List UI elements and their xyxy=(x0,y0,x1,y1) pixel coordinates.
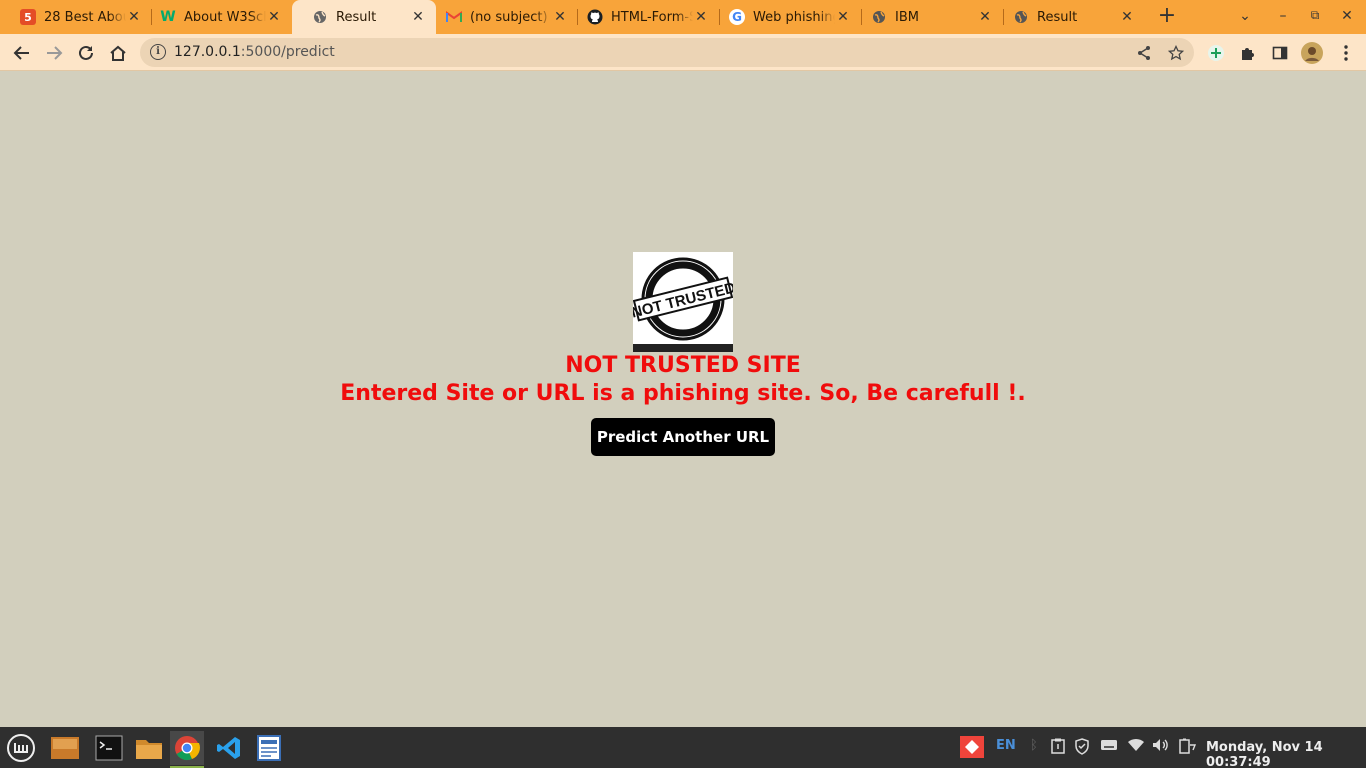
bookmark-star-icon[interactable] xyxy=(1164,41,1188,65)
forward-icon[interactable] xyxy=(42,41,66,65)
text-editor-icon[interactable] xyxy=(252,731,286,765)
terminal-icon[interactable] xyxy=(92,731,126,765)
clipboard-icon[interactable] xyxy=(1051,738,1065,758)
mint-menu-icon[interactable] xyxy=(4,731,38,765)
extensions-puzzle-icon[interactable] xyxy=(1236,41,1260,65)
tab-gmail[interactable]: (no subject) - ✕ xyxy=(426,0,578,34)
maximize-icon[interactable]: ⧉ xyxy=(1306,8,1324,23)
close-icon[interactable]: ✕ xyxy=(835,9,851,25)
tab-28-best[interactable]: 5 28 Best Abou ✕ xyxy=(0,0,152,34)
google-icon: G xyxy=(729,9,745,25)
home-icon[interactable] xyxy=(106,41,130,65)
tab-ibm[interactable]: IBM ✕ xyxy=(851,0,1003,34)
globe-icon xyxy=(312,9,328,25)
result-message: Entered Site or URL is a phishing site. … xyxy=(340,381,1026,406)
taskbar-clock[interactable]: Monday, Nov 14 00:37:49 xyxy=(1206,740,1366,768)
bluetooth-icon[interactable]: ᛒ xyxy=(1030,738,1038,753)
tab-title: 28 Best Abou xyxy=(44,9,126,25)
globe-icon xyxy=(1013,9,1029,25)
html5-icon: 5 xyxy=(20,9,36,25)
tab-result[interactable]: Result ✕ xyxy=(993,0,1145,34)
share-icon[interactable] xyxy=(1132,41,1156,65)
tab-search-chevron-icon[interactable]: ⌄ xyxy=(1236,8,1254,24)
volume-icon[interactable] xyxy=(1152,738,1170,756)
browser-toolbar: i 127.0.0.1:5000/predict xyxy=(0,34,1366,71)
url-path: :5000/predict xyxy=(240,44,335,60)
show-desktop-icon[interactable] xyxy=(48,731,82,765)
close-icon[interactable]: ✕ xyxy=(693,9,709,25)
reload-icon[interactable] xyxy=(74,41,98,65)
globe-icon xyxy=(871,9,887,25)
tab-strip: 5 28 Best Abou ✕ W About W3Sch ✕ Result … xyxy=(0,0,1366,34)
tab-github[interactable]: HTML-Form-S ✕ xyxy=(567,0,719,34)
close-icon[interactable]: ✕ xyxy=(266,9,282,25)
tab-title: (no subject) - xyxy=(470,9,552,25)
new-tab-button[interactable]: + xyxy=(1156,5,1178,28)
not-trusted-stamp-image: NOT TRUSTED xyxy=(630,252,737,352)
tab-title: Result xyxy=(1037,9,1078,25)
vscode-icon[interactable] xyxy=(212,731,246,765)
tab-result-active[interactable]: Result ✕ xyxy=(292,0,436,34)
site-info-icon[interactable]: i xyxy=(150,44,166,60)
taskbar: EN ᛒ Monday, Nov 14 00:37:49 xyxy=(0,727,1366,768)
extension-plus-icon[interactable] xyxy=(1204,41,1228,65)
predict-another-url-button[interactable]: Predict Another URL xyxy=(591,418,775,456)
menu-kebab-icon[interactable] xyxy=(1334,41,1358,65)
back-icon[interactable] xyxy=(10,41,34,65)
tab-title: HTML-Form-S xyxy=(611,9,693,25)
address-bar[interactable]: i 127.0.0.1:5000/predict xyxy=(140,38,1194,67)
github-icon xyxy=(587,9,603,25)
tab-about-w3schools[interactable]: W About W3Sch ✕ xyxy=(140,0,292,34)
result-title: NOT TRUSTED SITE xyxy=(565,353,801,378)
wifi-icon[interactable] xyxy=(1127,738,1145,756)
shield-icon[interactable] xyxy=(1074,738,1090,759)
close-icon[interactable]: ✕ xyxy=(977,9,993,25)
battery-icon[interactable] xyxy=(1178,738,1197,758)
page-content: NOT TRUSTED NOT TRUSTED SITE Entered Sit… xyxy=(0,72,1366,727)
window-close-icon[interactable]: ✕ xyxy=(1338,8,1356,24)
tab-web-phishing[interactable]: G Web phishing ✕ xyxy=(709,0,861,34)
w3schools-icon: W xyxy=(160,9,176,25)
close-icon[interactable]: ✕ xyxy=(410,9,426,25)
profile-avatar[interactable] xyxy=(1300,41,1324,65)
files-folder-icon[interactable] xyxy=(132,731,166,765)
chrome-icon[interactable] xyxy=(170,731,204,768)
tab-title: Web phishing xyxy=(753,9,835,25)
tab-title: Result xyxy=(336,9,377,25)
gmail-icon xyxy=(446,9,462,25)
anydesk-icon[interactable] xyxy=(960,736,984,762)
keyboard-icon[interactable] xyxy=(1100,738,1118,756)
close-icon[interactable]: ✕ xyxy=(1119,9,1135,25)
tab-title: IBM xyxy=(895,9,919,25)
keyboard-layout[interactable]: EN xyxy=(996,738,1016,753)
url-text[interactable]: 127.0.0.1:5000/predict xyxy=(174,44,335,60)
close-icon[interactable]: ✕ xyxy=(552,9,568,25)
side-panel-icon[interactable] xyxy=(1268,41,1292,65)
url-host: 127.0.0.1 xyxy=(174,44,241,60)
minimize-icon[interactable]: – xyxy=(1274,8,1292,24)
tab-title: About W3Sch xyxy=(184,9,266,25)
